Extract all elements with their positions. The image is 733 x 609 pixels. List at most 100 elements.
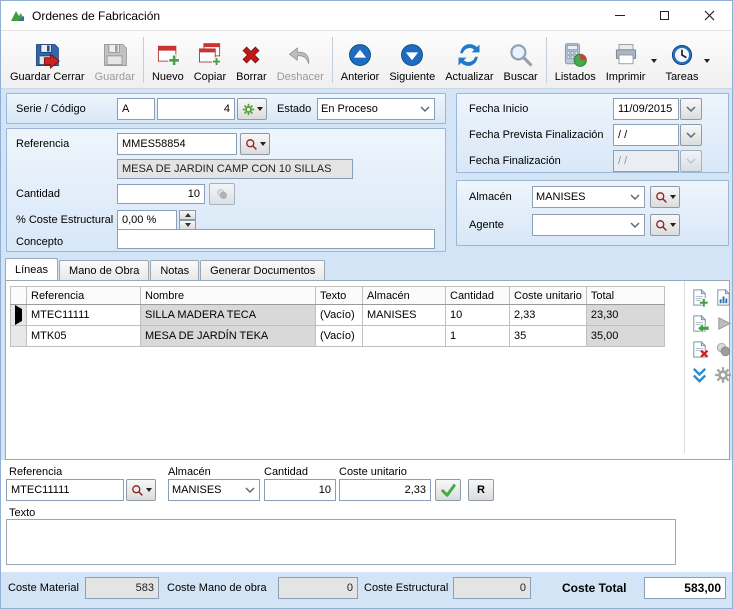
editor-texto-input[interactable] (6, 519, 676, 565)
referencia-input[interactable] (117, 133, 237, 155)
cell-cantidad[interactable]: 10 (446, 305, 510, 326)
expand-lines-button[interactable] (689, 365, 709, 385)
tareas-dropdown-icon[interactable] (704, 59, 710, 63)
anterior-label: Anterior (341, 71, 380, 83)
editor-cantidad-input[interactable] (264, 479, 336, 501)
col-referencia[interactable]: Referencia (27, 287, 141, 305)
codigo-input[interactable] (157, 98, 235, 120)
insert-line-button[interactable] (689, 313, 709, 333)
copiar-label: Copiar (194, 71, 226, 83)
cell-texto[interactable]: (Vacío) (316, 305, 363, 326)
cell-referencia[interactable]: MTEC11111 (27, 305, 141, 326)
anterior-button[interactable]: Anterior (336, 33, 385, 87)
agente-lookup-button[interactable] (650, 214, 680, 236)
guardar-label: Guardar (95, 71, 135, 83)
col-cantidad[interactable]: Cantidad (446, 287, 510, 305)
insert-line-icon (690, 314, 709, 333)
grid-selector-header (11, 287, 27, 305)
col-coste-unitario[interactable]: Coste unitario (510, 287, 587, 305)
spinner-up-button[interactable] (179, 210, 196, 220)
deshacer-label: Deshacer (277, 71, 324, 83)
cell-nombre[interactable]: SILLA MADERA TECA (141, 305, 316, 326)
maximize-button[interactable] (642, 1, 687, 30)
actualizar-label: Actualizar (445, 71, 493, 83)
tab-mano-de-obra-label: Mano de Obra (69, 265, 139, 277)
guardar-cerrar-button[interactable]: Guardar Cerrar (5, 33, 90, 87)
estado-combo[interactable]: En Proceso (317, 98, 435, 120)
borrar-button[interactable]: Borrar (231, 33, 272, 87)
cell-nombre[interactable]: MESA DE JARDÍN TEKA (141, 326, 316, 347)
chevron-down-icon (686, 132, 696, 139)
grid-row-1[interactable]: MTEC11111 SILLA MADERA TECA (Vacío) MANI… (11, 305, 665, 326)
line-report-button[interactable] (713, 287, 733, 307)
grid-settings-button[interactable] (713, 365, 733, 385)
cell-total[interactable]: 35,00 (586, 326, 664, 347)
siguiente-label: Siguiente (389, 71, 435, 83)
line-components-button[interactable] (713, 339, 733, 359)
editor-coste-unitario-input[interactable] (339, 479, 431, 501)
concepto-input[interactable] (117, 229, 435, 249)
tab-notas[interactable]: Notas (150, 260, 199, 280)
imprimir-button[interactable]: Imprimir (601, 37, 651, 87)
cell-almacen[interactable]: MANISES (363, 305, 446, 326)
actualizar-button[interactable]: Actualizar (440, 33, 498, 87)
editor-almacen-combo[interactable]: MANISES (168, 479, 260, 501)
col-texto[interactable]: Texto (316, 287, 363, 305)
siguiente-button[interactable]: Siguiente (384, 33, 440, 87)
col-total[interactable]: Total (586, 287, 664, 305)
confirm-line-button[interactable] (435, 479, 461, 501)
imprimir-dropdown-icon[interactable] (651, 59, 657, 63)
r-button[interactable]: R (468, 479, 494, 501)
delete-line-button[interactable] (689, 339, 709, 359)
main-area: Serie / Código Estado En Proceso Referen… (1, 89, 733, 609)
almacen-combo[interactable]: MANISES (532, 186, 645, 208)
copiar-button[interactable]: Copiar (189, 33, 231, 87)
fecha-inicio-dropdown-button[interactable] (680, 98, 702, 120)
fecha-finalizacion-input (613, 150, 679, 172)
tareas-button[interactable]: Tareas (660, 37, 703, 87)
nuevo-button[interactable]: Nuevo (147, 33, 189, 87)
editor-coste-unitario-label: Coste unitario (339, 466, 407, 478)
close-button[interactable] (687, 1, 732, 30)
almacen-lookup-button[interactable] (650, 186, 680, 208)
tab-generar-documentos[interactable]: Generar Documentos (200, 260, 325, 280)
cantidad-input[interactable] (117, 184, 205, 204)
lookup-icon (655, 219, 668, 232)
editor-referencia-input[interactable] (6, 479, 124, 501)
codigo-gear-button[interactable] (237, 98, 267, 120)
tab-lineas[interactable]: Líneas (5, 258, 58, 280)
fecha-prevista-input[interactable] (613, 124, 679, 146)
cell-coste-unitario[interactable]: 35 (510, 326, 587, 347)
col-nombre[interactable]: Nombre (141, 287, 316, 305)
minimize-button[interactable] (597, 1, 642, 30)
guardar-button[interactable]: Guardar (90, 33, 140, 87)
listados-button[interactable]: Listados (550, 33, 601, 87)
row-selected-marker (11, 305, 27, 326)
borrar-label: Borrar (236, 71, 267, 83)
tab-generar-documentos-label: Generar Documentos (210, 265, 315, 277)
cell-coste-unitario[interactable]: 2,33 (510, 305, 587, 326)
col-almacen[interactable]: Almacén (363, 287, 446, 305)
cell-total[interactable]: 23,30 (586, 305, 664, 326)
componentes-button[interactable] (209, 183, 235, 205)
fecha-inicio-input[interactable] (613, 98, 679, 120)
deshacer-button[interactable]: Deshacer (272, 33, 329, 87)
serie-input[interactable] (117, 98, 155, 120)
lookup-icon (131, 484, 144, 497)
app-icon[interactable] (9, 7, 26, 24)
tab-mano-de-obra[interactable]: Mano de Obra (59, 260, 149, 280)
buscar-button[interactable]: Buscar (498, 33, 542, 87)
editor-referencia-lookup-button[interactable] (126, 479, 156, 501)
fecha-prevista-dropdown-button[interactable] (680, 124, 702, 146)
agente-combo[interactable] (532, 214, 645, 236)
referencia-lookup-button[interactable] (240, 133, 270, 155)
cell-cantidad[interactable]: 1 (446, 326, 510, 347)
grid-row-2[interactable]: MTK05 MESA DE JARDÍN TEKA (Vacío) 1 35 3… (11, 326, 665, 347)
run-button[interactable] (713, 313, 733, 333)
cell-almacen[interactable] (363, 326, 446, 347)
add-line-button[interactable] (689, 287, 709, 307)
cell-texto[interactable]: (Vacío) (316, 326, 363, 347)
coste-estructural-pct-input[interactable] (117, 210, 177, 230)
cell-referencia[interactable]: MTK05 (27, 326, 141, 347)
gear-green-icon (242, 103, 255, 116)
